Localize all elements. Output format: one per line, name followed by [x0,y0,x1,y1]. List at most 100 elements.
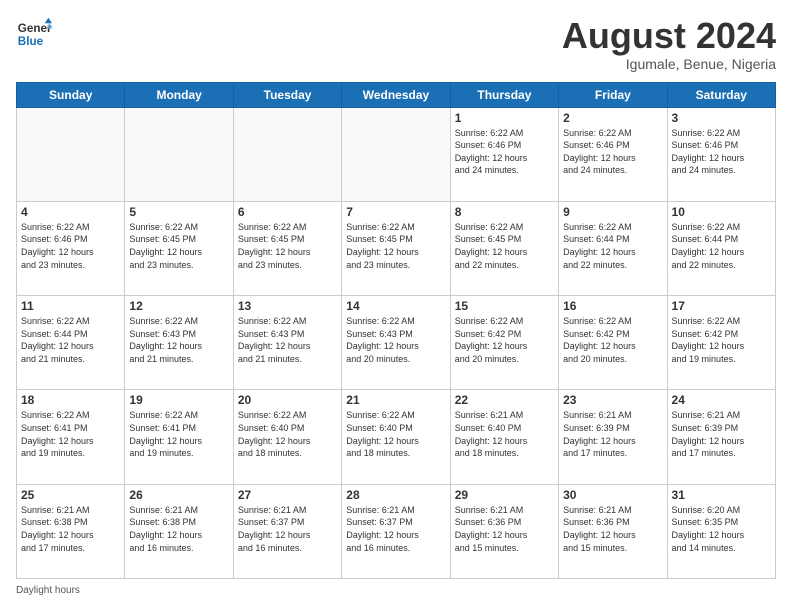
day-info: Sunrise: 6:21 AM Sunset: 6:40 PM Dayligh… [455,409,554,459]
svg-text:Blue: Blue [18,35,44,48]
day-cell: 11 Sunrise: 6:22 AM Sunset: 6:44 PM Dayli… [17,296,125,390]
day-number: 9 [563,205,662,219]
day-cell: 14Sunrise: 6:22 AM Sunset: 6:43 PM Dayli… [342,296,450,390]
day-cell: 27Sunrise: 6:21 AM Sunset: 6:37 PM Dayli… [233,484,341,578]
day-number: 12 [129,299,228,313]
day-cell: 17Sunrise: 6:22 AM Sunset: 6:42 PM Dayli… [667,296,775,390]
day-number: 8 [455,205,554,219]
day-cell: 31 Sunrise: 6:20 AM Sunset: 6:35 PM Dayli… [667,484,775,578]
day-number: 24 [672,393,771,407]
day-header-thursday: Thursday [450,82,558,107]
day-header-monday: Monday [125,82,233,107]
day-info: Sunrise: 6:21 AM Sunset: 6:39 PM Dayligh… [563,409,662,459]
day-info: Sunrise: 6:22 AM Sunset: 6:44 PM Dayligh… [672,221,771,271]
day-cell: 16 Sunrise: 6:22 AM Sunset: 6:42 PM Dayli… [559,296,667,390]
day-info: Sunrise: 6:22 AM Sunset: 6:46 PM Dayligh… [455,127,554,177]
day-cell: 23 Sunrise: 6:21 AM Sunset: 6:39 PM Dayli… [559,390,667,484]
day-number: 7 [346,205,445,219]
day-info: Sunrise: 6:21 AM Sunset: 6:38 PM Dayligh… [21,504,120,554]
day-cell: 13 Sunrise: 6:22 AM Sunset: 6:43 PM Dayli… [233,296,341,390]
day-cell: 26 Sunrise: 6:21 AM Sunset: 6:38 PM Dayli… [125,484,233,578]
day-info: Sunrise: 6:20 AM Sunset: 6:35 PM Dayligh… [672,504,771,554]
day-info: Sunrise: 6:22 AM Sunset: 6:40 PM Dayligh… [346,409,445,459]
day-cell: 25 Sunrise: 6:21 AM Sunset: 6:38 PM Dayli… [17,484,125,578]
logo: General Blue [16,16,52,52]
day-number: 15 [455,299,554,313]
day-number: 29 [455,488,554,502]
month-title: August 2024 [562,16,776,56]
day-number: 1 [455,111,554,125]
day-number: 28 [346,488,445,502]
day-cell: 21 Sunrise: 6:22 AM Sunset: 6:40 PM Dayli… [342,390,450,484]
day-header-tuesday: Tuesday [233,82,341,107]
day-number: 25 [21,488,120,502]
calendar-table: SundayMondayTuesdayWednesdayThursdayFrid… [16,82,776,579]
day-info: Sunrise: 6:21 AM Sunset: 6:37 PM Dayligh… [238,504,337,554]
day-info: Sunrise: 6:22 AM Sunset: 6:44 PM Dayligh… [563,221,662,271]
day-number: 14 [346,299,445,313]
day-info: Sunrise: 6:22 AM Sunset: 6:45 PM Dayligh… [238,221,337,271]
day-number: 4 [21,205,120,219]
header: General Blue August 2024 Igumale, Benue,… [16,16,776,72]
day-info: Sunrise: 6:21 AM Sunset: 6:37 PM Dayligh… [346,504,445,554]
day-number: 18 [21,393,120,407]
day-cell: 1 Sunrise: 6:22 AM Sunset: 6:46 PM Daylig… [450,107,558,201]
day-number: 16 [563,299,662,313]
footer-note: Daylight hours [16,585,776,596]
day-info: Sunrise: 6:22 AM Sunset: 6:46 PM Dayligh… [21,221,120,271]
day-info: Sunrise: 6:21 AM Sunset: 6:36 PM Dayligh… [563,504,662,554]
day-info: Sunrise: 6:22 AM Sunset: 6:40 PM Dayligh… [238,409,337,459]
day-cell: 6 Sunrise: 6:22 AM Sunset: 6:45 PM Daylig… [233,201,341,295]
day-cell: 9 Sunrise: 6:22 AM Sunset: 6:44 PM Daylig… [559,201,667,295]
day-number: 6 [238,205,337,219]
day-info: Sunrise: 6:22 AM Sunset: 6:45 PM Dayligh… [129,221,228,271]
day-cell: 22 Sunrise: 6:21 AM Sunset: 6:40 PM Dayli… [450,390,558,484]
day-cell: 24 Sunrise: 6:21 AM Sunset: 6:39 PM Dayli… [667,390,775,484]
day-info: Sunrise: 6:22 AM Sunset: 6:45 PM Dayligh… [455,221,554,271]
day-number: 3 [672,111,771,125]
day-info: Sunrise: 6:22 AM Sunset: 6:43 PM Dayligh… [129,315,228,365]
day-number: 22 [455,393,554,407]
day-info: Sunrise: 6:22 AM Sunset: 6:42 PM Dayligh… [563,315,662,365]
week-row-4: 18 Sunrise: 6:22 AM Sunset: 6:41 PM Dayli… [17,390,776,484]
week-row-2: 4 Sunrise: 6:22 AM Sunset: 6:46 PM Daylig… [17,201,776,295]
day-number: 23 [563,393,662,407]
logo-icon: General Blue [16,16,52,52]
day-number: 10 [672,205,771,219]
day-header-saturday: Saturday [667,82,775,107]
day-number: 11 [21,299,120,313]
day-info: Sunrise: 6:22 AM Sunset: 6:42 PM Dayligh… [455,315,554,365]
day-cell [342,107,450,201]
day-header-wednesday: Wednesday [342,82,450,107]
day-number: 13 [238,299,337,313]
day-cell: 15 Sunrise: 6:22 AM Sunset: 6:42 PM Dayli… [450,296,558,390]
day-number: 30 [563,488,662,502]
day-info: Sunrise: 6:21 AM Sunset: 6:39 PM Dayligh… [672,409,771,459]
day-cell: 19 Sunrise: 6:22 AM Sunset: 6:41 PM Dayli… [125,390,233,484]
week-row-3: 11 Sunrise: 6:22 AM Sunset: 6:44 PM Dayli… [17,296,776,390]
day-info: Sunrise: 6:22 AM Sunset: 6:42 PM Dayligh… [672,315,771,365]
day-number: 20 [238,393,337,407]
day-info: Sunrise: 6:22 AM Sunset: 6:44 PM Dayligh… [21,315,120,365]
day-cell: 5 Sunrise: 6:22 AM Sunset: 6:45 PM Daylig… [125,201,233,295]
day-header-row: SundayMondayTuesdayWednesdayThursdayFrid… [17,82,776,107]
day-number: 21 [346,393,445,407]
day-info: Sunrise: 6:22 AM Sunset: 6:46 PM Dayligh… [563,127,662,177]
day-cell [125,107,233,201]
day-number: 2 [563,111,662,125]
page: General Blue August 2024 Igumale, Benue,… [0,0,792,612]
day-info: Sunrise: 6:22 AM Sunset: 6:41 PM Dayligh… [129,409,228,459]
day-cell: 29Sunrise: 6:21 AM Sunset: 6:36 PM Dayli… [450,484,558,578]
day-number: 26 [129,488,228,502]
day-info: Sunrise: 6:22 AM Sunset: 6:46 PM Dayligh… [672,127,771,177]
title-block: August 2024 Igumale, Benue, Nigeria [562,16,776,72]
day-cell [17,107,125,201]
day-number: 5 [129,205,228,219]
day-cell: 12 Sunrise: 6:22 AM Sunset: 6:43 PM Dayli… [125,296,233,390]
day-number: 19 [129,393,228,407]
day-info: Sunrise: 6:22 AM Sunset: 6:43 PM Dayligh… [238,315,337,365]
day-number: 31 [672,488,771,502]
day-info: Sunrise: 6:21 AM Sunset: 6:38 PM Dayligh… [129,504,228,554]
svg-text:General: General [18,22,52,35]
day-cell: 3 Sunrise: 6:22 AM Sunset: 6:46 PM Daylig… [667,107,775,201]
